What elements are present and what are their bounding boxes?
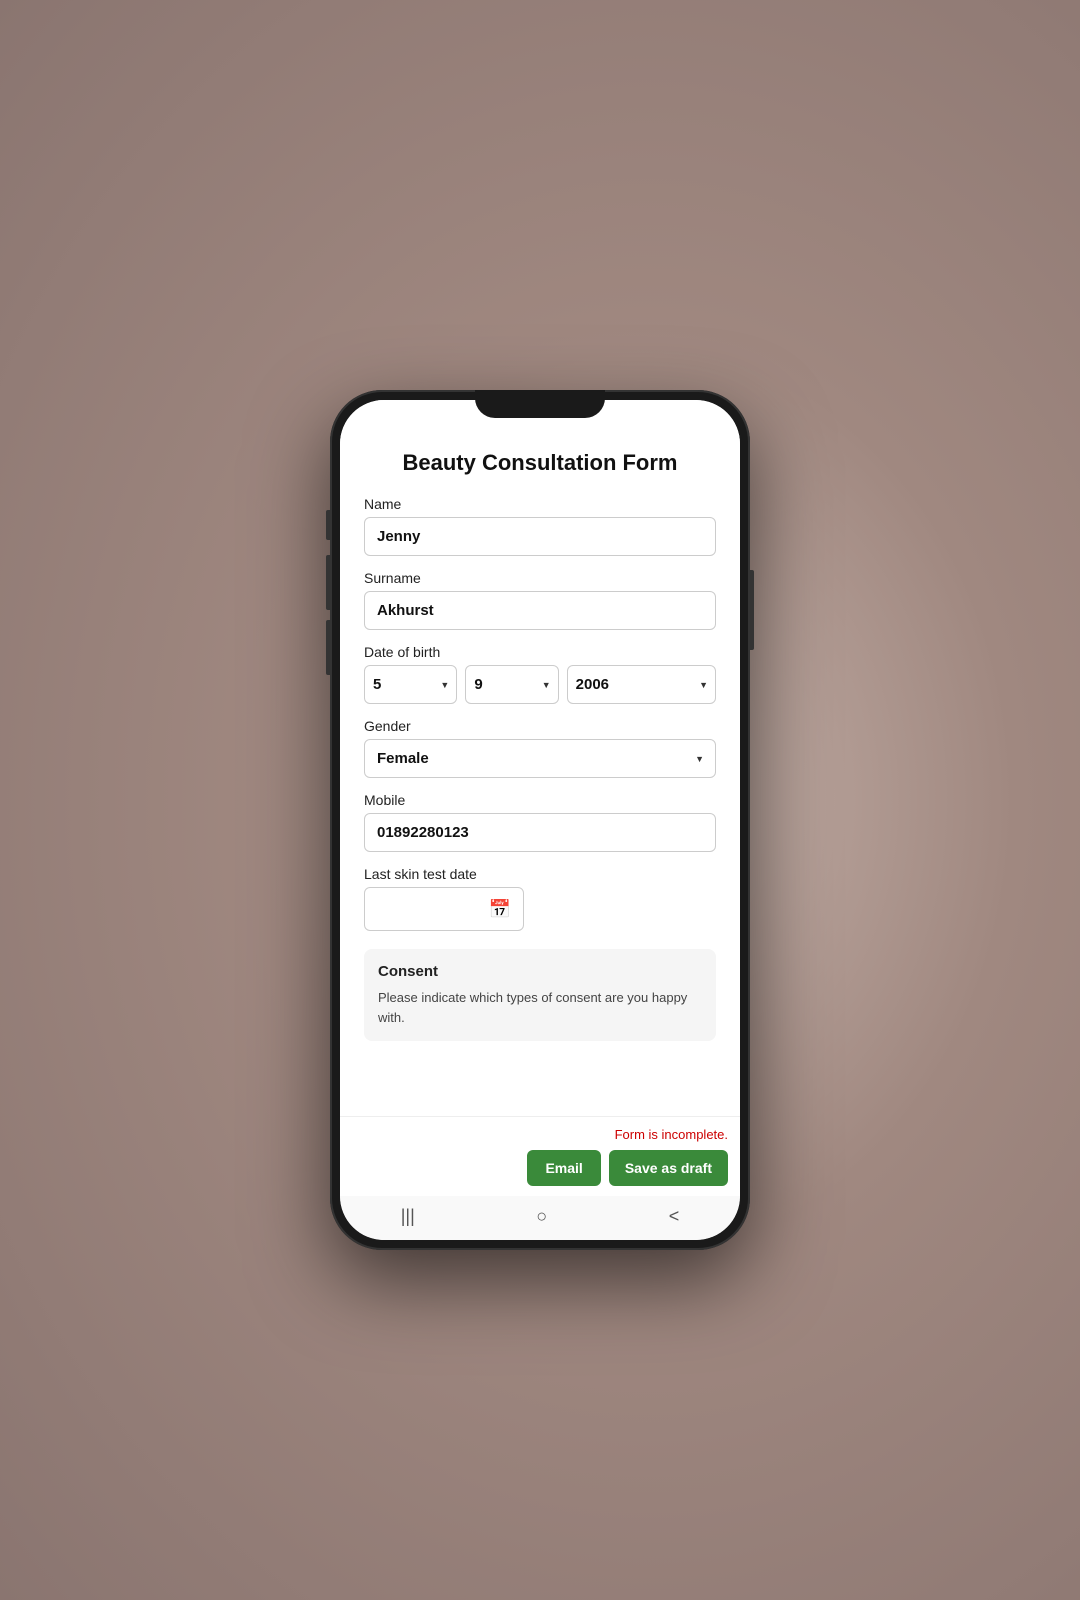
action-buttons: Email Save as draft: [527, 1150, 728, 1186]
nav-home-icon[interactable]: ○: [536, 1206, 547, 1227]
dob-month-wrapper: 9: [465, 665, 558, 704]
phone-shell: Beauty Consultation Form Name Surname Da…: [330, 390, 750, 1250]
surname-label: Surname: [364, 570, 716, 586]
gender-select[interactable]: Female Male Non-binary Prefer not to say: [364, 739, 716, 778]
name-label: Name: [364, 496, 716, 512]
mobile-label: Mobile: [364, 792, 716, 808]
consent-title: Consent: [378, 963, 702, 980]
calendar-icon: 📅: [489, 899, 511, 920]
nav-bar: ||| ○ <: [340, 1196, 740, 1240]
skin-test-date-input[interactable]: 📅: [364, 887, 524, 931]
consent-description: Please indicate which types of consent a…: [378, 988, 702, 1027]
dob-label: Date of birth: [364, 644, 716, 660]
gender-wrapper: Female Male Non-binary Prefer not to say: [364, 739, 716, 778]
gender-field-group: Gender Female Male Non-binary Prefer not…: [364, 718, 716, 778]
form-title: Beauty Consultation Form: [364, 450, 716, 476]
name-field-group: Name: [364, 496, 716, 556]
skin-test-label: Last skin test date: [364, 866, 716, 882]
skin-test-field-group: Last skin test date 📅: [364, 866, 716, 931]
surname-field-group: Surname: [364, 570, 716, 630]
name-input[interactable]: [364, 517, 716, 556]
form-incomplete-message: Form is incomplete.: [615, 1127, 728, 1142]
volume-up-button: [326, 510, 330, 540]
save-draft-button[interactable]: Save as draft: [609, 1150, 728, 1186]
form-content: Beauty Consultation Form Name Surname Da…: [340, 400, 740, 1116]
nav-recent-apps-icon[interactable]: |||: [401, 1206, 415, 1227]
dob-day-select[interactable]: 5: [364, 665, 457, 704]
dob-row: 5 9 2006: [364, 665, 716, 704]
dob-month-select[interactable]: 9: [465, 665, 558, 704]
surname-input[interactable]: [364, 591, 716, 630]
dob-year-select[interactable]: 2006: [567, 665, 716, 704]
gender-label: Gender: [364, 718, 716, 734]
bottom-bar: Form is incomplete. Email Save as draft: [340, 1116, 740, 1196]
notch: [475, 390, 605, 418]
mobile-field-group: Mobile: [364, 792, 716, 852]
mobile-input[interactable]: [364, 813, 716, 852]
silent-switch: [326, 620, 330, 675]
dob-field-group: Date of birth 5 9 2006: [364, 644, 716, 704]
volume-down-button: [326, 555, 330, 610]
consent-section: Consent Please indicate which types of c…: [364, 949, 716, 1041]
power-button: [750, 570, 754, 650]
dob-year-wrapper: 2006: [567, 665, 716, 704]
dob-day-wrapper: 5: [364, 665, 457, 704]
email-button[interactable]: Email: [527, 1150, 600, 1186]
nav-back-icon[interactable]: <: [669, 1206, 680, 1227]
screen: Beauty Consultation Form Name Surname Da…: [340, 400, 740, 1240]
